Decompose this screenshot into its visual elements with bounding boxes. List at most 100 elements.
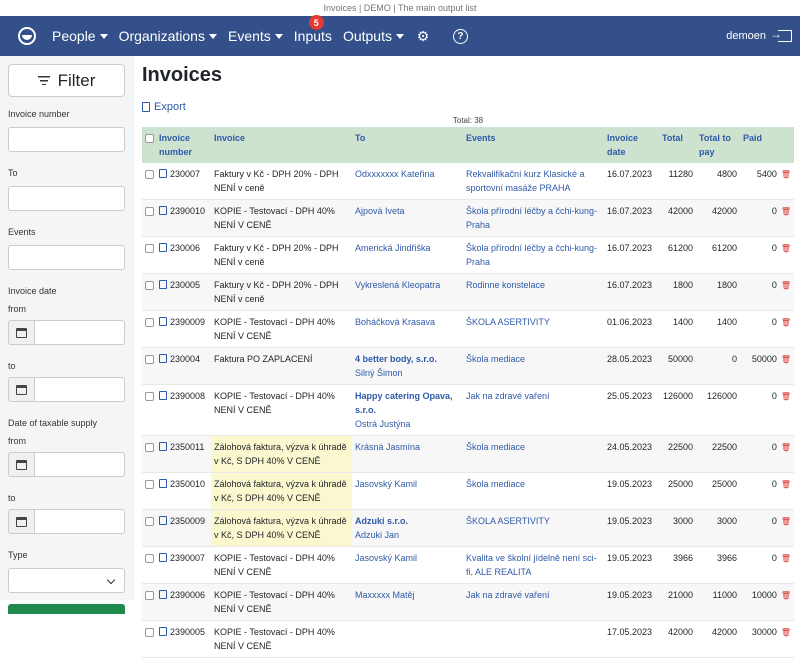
event-link[interactable]: Kvalita ve školní jídelně není sci-fi, A… xyxy=(466,553,597,577)
col-invoice-date[interactable]: Invoice date xyxy=(604,127,659,163)
recipient-link[interactable]: 4 better body, s.r.o. xyxy=(355,354,437,364)
invoice-number-cell[interactable]: 2390006 xyxy=(156,583,211,621)
invoice-date-from-input[interactable] xyxy=(35,320,125,345)
pdf-icon[interactable] xyxy=(159,590,167,599)
recipient-cell[interactable]: Jasovský Kamil xyxy=(352,546,463,584)
invoice-date-to-field[interactable] xyxy=(8,377,125,402)
trash-icon[interactable]: 🗑 xyxy=(781,480,791,489)
event-cell[interactable]: Kvalita ve školní jídelně není sci-fi, A… xyxy=(463,546,604,584)
invoice-number-cell[interactable]: 2350011 xyxy=(156,435,211,473)
recipient-link[interactable]: Jasovský Kamil xyxy=(355,553,417,563)
event-link[interactable]: ŠKOLA ASERTIVITY xyxy=(466,317,550,327)
pdf-icon[interactable] xyxy=(159,553,167,562)
trash-icon[interactable]: 🗑 xyxy=(781,281,791,290)
event-link[interactable]: Rodinne konstelace xyxy=(466,280,545,290)
invoice-number-cell[interactable]: 2390009 xyxy=(156,310,211,348)
help-icon[interactable]: ? xyxy=(452,28,468,44)
logo-icon[interactable] xyxy=(18,27,36,45)
trash-icon[interactable]: 🗑 xyxy=(781,170,791,179)
event-cell[interactable]: Rekvalifikační kurz Klasické a sportovní… xyxy=(463,163,604,200)
event-link[interactable]: Škola mediace xyxy=(466,354,525,364)
nav-organizations[interactable]: Organizations xyxy=(119,28,217,44)
col-total-to-pay[interactable]: Total to pay xyxy=(696,127,740,163)
row-checkbox[interactable] xyxy=(142,273,156,311)
row-checkbox[interactable] xyxy=(142,509,156,547)
pdf-icon[interactable] xyxy=(159,206,167,215)
gear-icon[interactable]: ⚙ xyxy=(415,28,431,44)
invoice-date-to-input[interactable] xyxy=(35,377,125,402)
filter-button[interactable]: Filter xyxy=(8,64,125,97)
event-link[interactable]: Škola mediace xyxy=(466,442,525,452)
event-cell[interactable]: Jak na zdravé vaření xyxy=(463,583,604,621)
invoice-number-cell[interactable]: 2350009 xyxy=(156,509,211,547)
calendar-icon[interactable] xyxy=(8,377,35,402)
trash-icon[interactable]: 🗑 xyxy=(781,318,791,327)
recipient-link[interactable]: Adzuki s.r.o. xyxy=(355,516,408,526)
event-link[interactable]: Jak na zdravé vaření xyxy=(466,590,550,600)
recipient-link[interactable]: Ajpová Iveta xyxy=(355,206,405,216)
event-cell[interactable]: ŠKOLA ASERTIVITY xyxy=(463,310,604,348)
calendar-icon[interactable] xyxy=(8,452,35,477)
row-checkbox[interactable] xyxy=(142,384,156,436)
invoice-number-cell[interactable]: 230007 xyxy=(156,163,211,200)
trash-icon[interactable]: 🗑 xyxy=(781,355,791,364)
pdf-icon[interactable] xyxy=(159,627,167,636)
trash-icon[interactable]: 🗑 xyxy=(781,591,791,600)
taxable-from-input[interactable] xyxy=(35,452,125,477)
event-cell[interactable]: Jak na zdravé vaření xyxy=(463,384,604,436)
pdf-icon[interactable] xyxy=(159,169,167,178)
event-cell[interactable]: Škola mediace xyxy=(463,347,604,385)
nav-outputs[interactable]: Outputs xyxy=(343,28,404,44)
row-checkbox[interactable] xyxy=(142,199,156,237)
recipient-contact-link[interactable]: Silný Šimon xyxy=(355,368,403,378)
nav-events[interactable]: Events xyxy=(228,28,283,44)
recipient-link[interactable]: Jasovský Kamil xyxy=(355,479,417,489)
col-total[interactable]: Total xyxy=(659,127,696,163)
invoice-number-cell[interactable]: 2390010 xyxy=(156,199,211,237)
event-link[interactable]: ŠKOLA ASERTIVITY xyxy=(466,516,550,526)
row-checkbox[interactable] xyxy=(142,163,156,200)
trash-icon[interactable]: 🗑 xyxy=(781,392,791,401)
pdf-icon[interactable] xyxy=(159,479,167,488)
trash-icon[interactable]: 🗑 xyxy=(781,554,791,563)
pdf-icon[interactable] xyxy=(159,317,167,326)
recipient-cell[interactable]: Adzuki s.r.o. Adzuki Jan xyxy=(352,509,463,547)
invoice-number-cell[interactable]: 230006 xyxy=(156,236,211,274)
col-events[interactable]: Events xyxy=(463,127,604,163)
row-checkbox[interactable] xyxy=(142,347,156,385)
row-checkbox[interactable] xyxy=(142,472,156,510)
event-link[interactable]: Škola přírodní léčby a čchi-kung-Praha xyxy=(466,243,597,267)
recipient-cell[interactable]: Happy catering Opava, s.r.o. Ostrá Justýn… xyxy=(352,384,463,436)
pdf-icon[interactable] xyxy=(159,354,167,363)
nav-people[interactable]: People xyxy=(52,28,108,44)
event-link[interactable]: Škola přírodní léčby a čchi-kung-Praha xyxy=(466,206,597,230)
export-link[interactable]: Export xyxy=(142,101,794,113)
calendar-icon[interactable] xyxy=(8,509,35,534)
event-cell[interactable]: Škola mediace xyxy=(463,472,604,510)
invoice-number-cell[interactable]: 2390007 xyxy=(156,546,211,584)
pdf-icon[interactable] xyxy=(159,516,167,525)
invoice-number-cell[interactable]: 230005 xyxy=(156,273,211,311)
row-checkbox[interactable] xyxy=(142,310,156,348)
row-checkbox[interactable] xyxy=(142,620,156,658)
pdf-icon[interactable] xyxy=(159,280,167,289)
invoice-number-cell[interactable]: 2350010 xyxy=(156,472,211,510)
recipient-link[interactable]: Boháčková Krasava xyxy=(355,317,435,327)
event-cell[interactable]: Škola přírodní léčby a čchi-kung-Praha xyxy=(463,199,604,237)
recipient-cell[interactable]: Boháčková Krasava xyxy=(352,310,463,348)
recipient-contact-link[interactable]: Adzuki Jan xyxy=(355,530,399,540)
event-cell[interactable]: Škola mediace xyxy=(463,435,604,473)
recipient-cell[interactable]: Jasovský Kamil xyxy=(352,472,463,510)
event-link[interactable]: Jak na zdravé vaření xyxy=(466,391,550,401)
recipient-contact-link[interactable]: Ostrá Justýna xyxy=(355,419,411,429)
event-cell[interactable]: Škola přírodní léčby a čchi-kung-Praha xyxy=(463,236,604,274)
col-invoice[interactable]: Invoice xyxy=(211,127,352,163)
pdf-icon[interactable] xyxy=(159,391,167,400)
col-invoice-number[interactable]: Invoice number xyxy=(156,127,211,163)
invoice-number-cell[interactable]: 2390008 xyxy=(156,384,211,436)
row-checkbox[interactable] xyxy=(142,546,156,584)
trash-icon[interactable]: 🗑 xyxy=(781,244,791,253)
event-cell[interactable]: Rodinne konstelace xyxy=(463,273,604,311)
taxable-from-field[interactable] xyxy=(8,452,125,477)
trash-icon[interactable]: 🗑 xyxy=(781,517,791,526)
